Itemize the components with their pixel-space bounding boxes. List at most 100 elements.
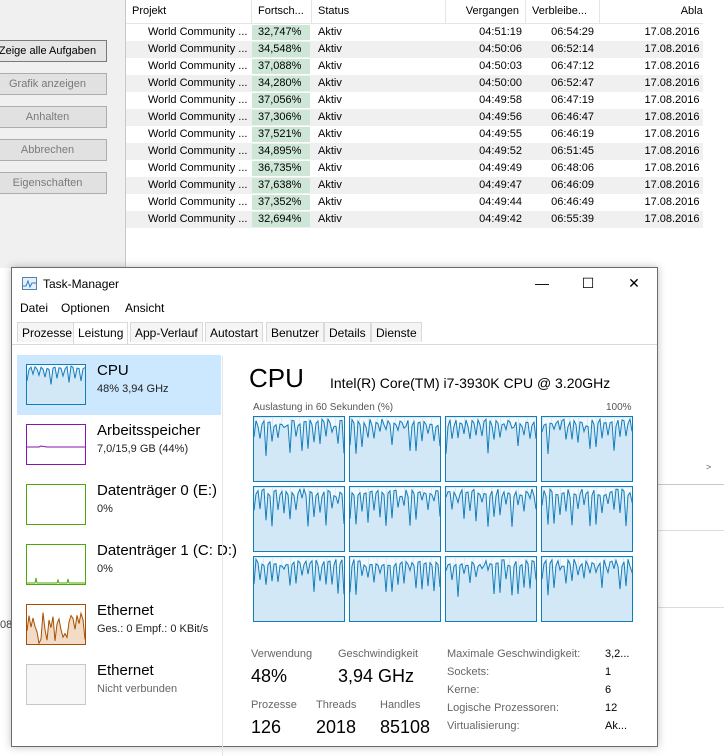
elapsed-cell: 04:51:19 [479,26,522,38]
sidebar-item-subtitle: 7,0/15,9 GB (44%) [97,443,189,455]
handles-label: Handles [380,699,421,711]
logical-processor-graph [349,556,441,622]
progress-cell: 37,521% [258,128,302,140]
elapsed-cell: 04:49:55 [479,128,522,140]
table-row[interactable]: World Community ... 32,747% Aktiv 04:51:19 0… [126,24,724,41]
processes-value: 126 [251,717,282,737]
table-row[interactable]: World Community ... 34,280% Aktiv 04:50:00 0… [126,75,724,92]
suspend-button[interactable]: Anhalten [0,106,107,128]
divider [655,484,724,485]
sidebar-item-title: Ethernet [97,602,154,619]
column-project[interactable]: Projekt [126,0,252,23]
sidebar-item-subtitle: Nicht verbunden [97,683,178,695]
sidebar-item-subtitle: 48% 3,94 GHz [97,383,169,395]
remaining-cell: 06:47:12 [551,60,594,72]
project-cell: World Community ... [148,77,248,89]
remaining-cell: 06:54:29 [551,26,594,38]
project-cell: World Community ... [148,162,248,174]
remaining-cell: 06:55:39 [551,213,594,225]
project-cell: World Community ... [148,111,248,123]
logical-processor-graph [541,486,633,552]
scroll-right-arrow-icon[interactable]: > [706,462,711,472]
sockets-label: Sockets: [447,666,490,678]
status-cell: Aktiv [318,94,342,106]
logical-processors-label: Logische Prozessoren: [447,702,559,714]
sidebar-item-subtitle: 0% [97,503,113,515]
sidebar-item-ethernet-1[interactable]: Ethernet Ges.: 0 Empf.: 0 KBit/s [17,595,221,655]
menu-view[interactable]: Ansicht [125,301,164,315]
properties-button[interactable]: Eigenschaften [0,172,107,194]
elapsed-cell: 04:50:00 [479,77,522,89]
elapsed-cell: 04:50:03 [479,60,522,72]
elapsed-cell: 04:49:52 [479,145,522,157]
show-graphics-button[interactable]: Grafik anzeigen [0,73,107,95]
table-vertical-scrollbar[interactable] [703,0,724,478]
elapsed-cell: 04:49:56 [479,111,522,123]
menu-options[interactable]: Optionen [61,301,110,315]
column-elapsed[interactable]: Vergangen [446,0,526,23]
tab-performance[interactable]: Leistung [73,322,129,344]
logical-processor-graph [445,556,537,622]
tab-processes[interactable]: Prozesse [17,322,78,342]
sidebar-item-subtitle: 0% [97,563,113,575]
project-cell: World Community ... [148,43,248,55]
table-row[interactable]: World Community ... 34,895% Aktiv 04:49:52 0… [126,143,724,160]
table-row[interactable]: World Community ... 37,521% Aktiv 04:49:55 0… [126,126,724,143]
progress-cell: 36,735% [258,162,302,174]
status-cell: Aktiv [318,213,342,225]
sidebar-item-cpu[interactable]: CPU 48% 3,94 GHz [17,355,221,415]
progress-cell: 37,056% [258,94,302,106]
table-row[interactable]: World Community ... 36,735% Aktiv 04:49:49 0… [126,160,724,177]
tab-details[interactable]: Details [324,322,371,342]
maximize-button[interactable]: ☐ [565,268,611,298]
usage-label: Verwendung [251,648,313,660]
column-status[interactable]: Status [312,0,446,23]
virtualization-value: Ak... [605,720,628,732]
table-row[interactable]: World Community ... 34,548% Aktiv 04:50:06 0… [126,41,724,58]
progress-cell: 32,747% [258,26,302,38]
table-row[interactable]: World Community ... 32,694% Aktiv 04:49:42 0… [126,211,724,228]
cores-label: Kerne: [447,684,480,696]
memory-thumbnail-graph [26,424,86,465]
graph-max-label: 100% [606,402,632,413]
tab-app-history[interactable]: App-Verlauf [130,322,203,342]
table-row[interactable]: World Community ... 37,638% Aktiv 04:49:47 0… [126,177,724,194]
minimize-button[interactable]: — [519,268,565,298]
table-row[interactable]: World Community ... 37,352% Aktiv 04:49:44 0… [126,194,724,211]
progress-cell: 37,088% [258,60,302,72]
tab-users[interactable]: Benutzer [266,322,325,342]
ethernet-thumbnail-graph [26,664,86,705]
show-all-tasks-button[interactable]: Zeige alle Aufgaben [0,40,107,62]
logical-processor-graph [541,416,633,482]
title-bar[interactable]: Task-Manager — ☐ ✕ [12,268,657,298]
menu-file[interactable]: Datei [20,301,48,315]
sidebar-item-title: CPU [97,362,129,379]
tab-startup[interactable]: Autostart [205,322,264,342]
boinc-task-commands-panel: Zeige alle Aufgaben Grafik anzeigen Anha… [0,0,126,268]
sidebar-item-ethernet-2[interactable]: Ethernet Nicht verbunden [17,655,221,715]
column-progress[interactable]: Fortsch... [252,0,312,23]
table-row[interactable]: World Community ... 37,088% Aktiv 04:50:03 0… [126,58,724,75]
status-cell: Aktiv [318,26,342,38]
logical-processors-value: 12 [605,702,618,714]
sidebar-item-memory[interactable]: Arbeitsspeicher 7,0/15,9 GB (44%) [17,415,221,475]
cores-value: 6 [605,684,612,696]
table-row[interactable]: World Community ... 37,056% Aktiv 04:49:58 0… [126,92,724,109]
sidebar-item-disk-0[interactable]: Datenträger 0 (E:) 0% [17,475,221,535]
progress-cell: 34,548% [258,43,302,55]
tab-services[interactable]: Dienste [371,322,422,342]
elapsed-cell: 04:50:06 [479,43,522,55]
remaining-cell: 06:52:14 [551,43,594,55]
logical-processor-graph [445,486,537,552]
status-cell: Aktiv [318,43,342,55]
abort-button[interactable]: Abbrechen [0,139,107,161]
sidebar-item-disk-1[interactable]: Datenträger 1 (C: D:) 0% [17,535,237,595]
table-row[interactable]: World Community ... 37,306% Aktiv 04:49:56 0… [126,109,724,126]
disk-thumbnail-graph [26,484,86,525]
elapsed-cell: 04:49:49 [479,162,522,174]
column-remaining[interactable]: Verbleibe... [526,0,600,23]
close-button[interactable]: ✕ [611,268,657,298]
logical-processor-graphs [253,416,633,622]
speed-value: 3,94 GHz [338,666,415,686]
max-speed-value: 3,2... [605,648,630,660]
